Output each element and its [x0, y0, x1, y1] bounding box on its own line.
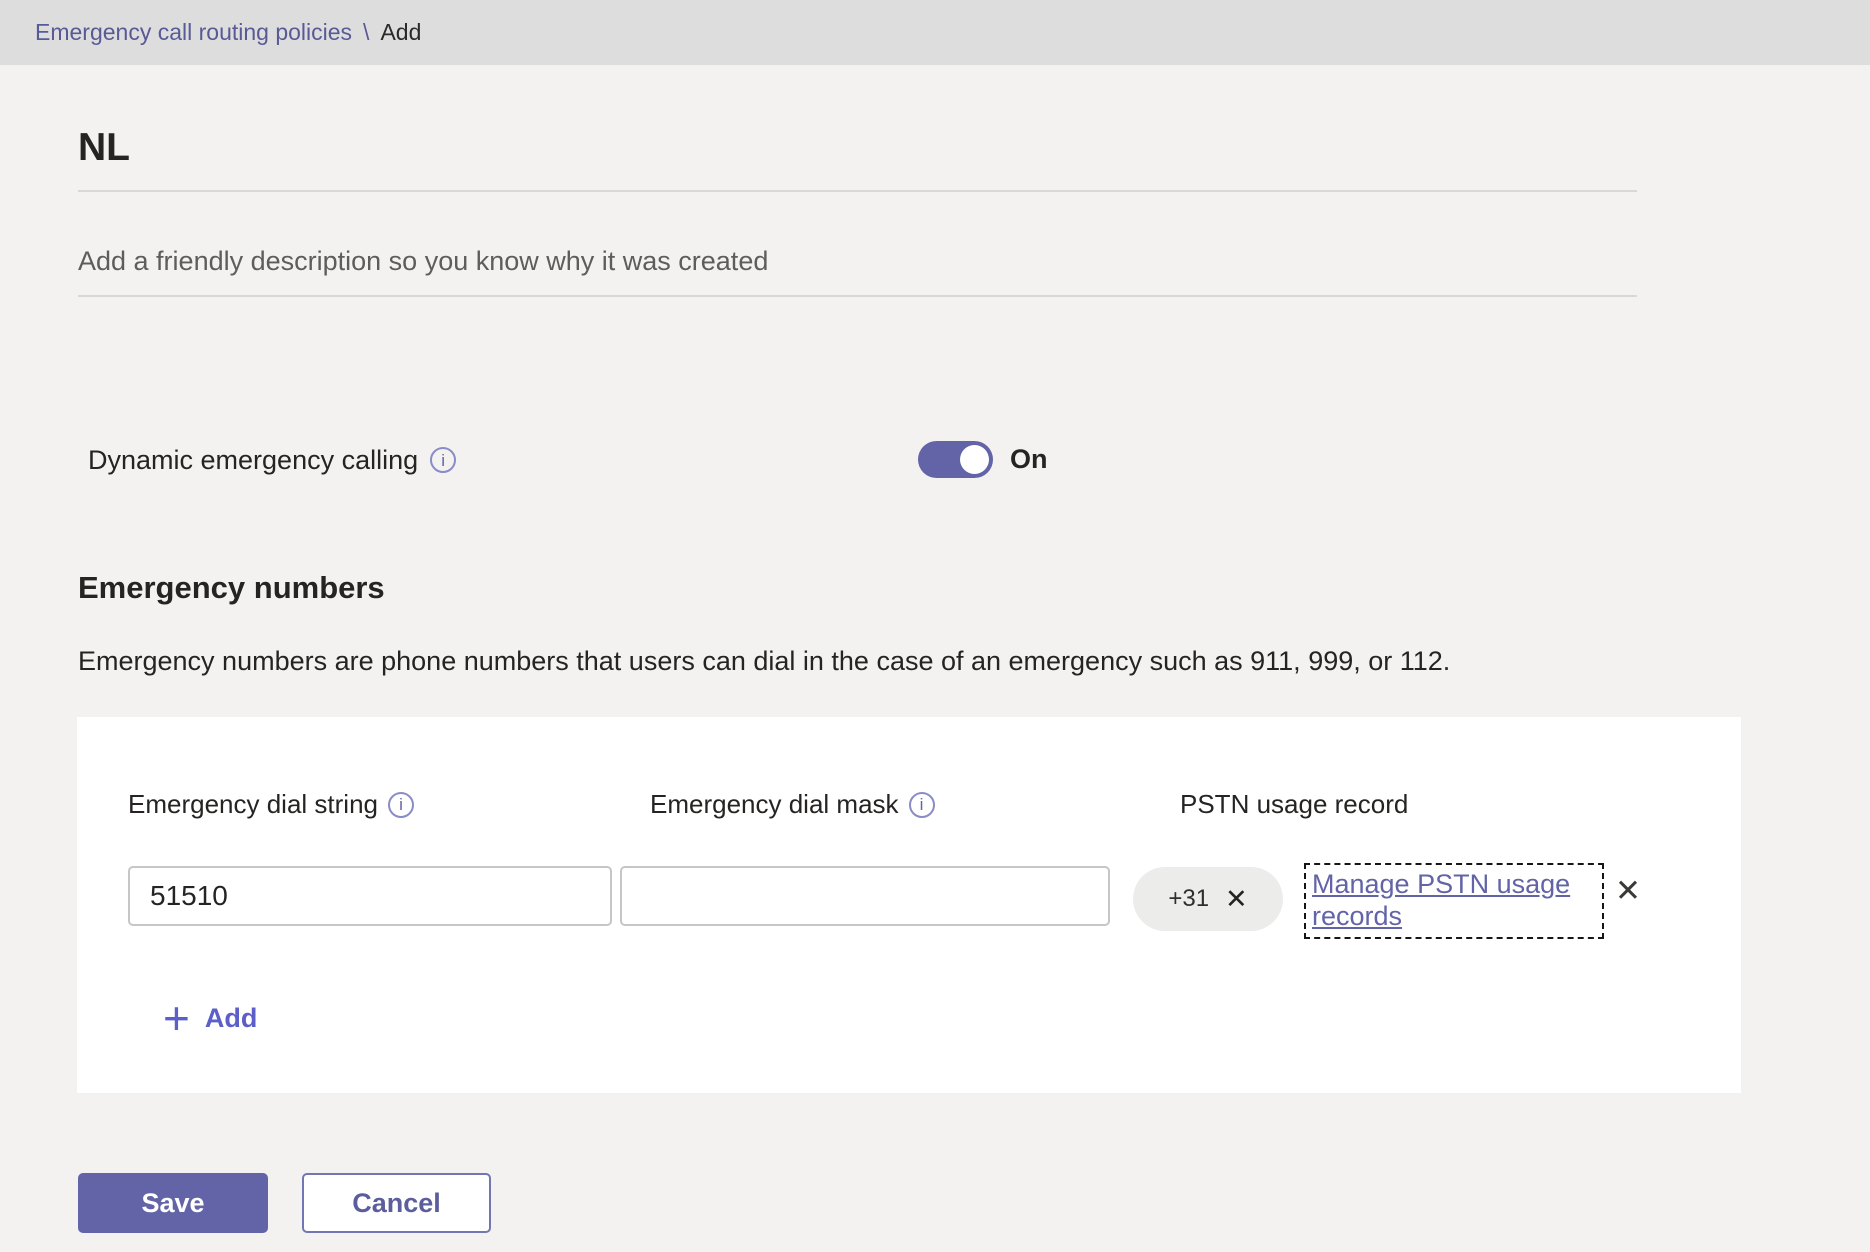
emergency-call-routing-add-page: Emergency call routing policies \ Add Dy…	[0, 0, 1870, 1252]
emergency-dial-string-input[interactable]	[128, 866, 612, 926]
dial-mask-header-label: Emergency dial mask	[650, 789, 899, 820]
policy-name-input[interactable]	[78, 126, 1637, 192]
emergency-numbers-heading: Emergency numbers	[78, 570, 385, 606]
breadcrumb: Emergency call routing policies \ Add	[0, 0, 1870, 65]
dynamic-emergency-calling-toggle[interactable]	[918, 441, 993, 478]
add-button-label: Add	[205, 1003, 257, 1034]
column-header-pstn-usage: PSTN usage record	[1180, 789, 1408, 820]
cancel-button[interactable]: Cancel	[302, 1173, 491, 1233]
pstn-usage-header-label: PSTN usage record	[1180, 789, 1408, 820]
dynamic-emergency-calling-row: Dynamic emergency calling i	[88, 442, 456, 478]
pstn-usage-tag: +31 ✕	[1133, 867, 1283, 931]
info-icon[interactable]: i	[388, 792, 414, 818]
add-emergency-number-button[interactable]: + Add	[163, 995, 257, 1041]
plus-icon: +	[163, 995, 190, 1041]
breadcrumb-parent-link[interactable]: Emergency call routing policies	[35, 19, 352, 46]
toggle-state-label: On	[1010, 444, 1048, 475]
column-header-dial-string: Emergency dial string i	[128, 789, 414, 820]
breadcrumb-current: Add	[380, 19, 421, 46]
manage-pstn-usage-link[interactable]: Manage PSTN usage records	[1312, 869, 1596, 933]
policy-description-input[interactable]	[78, 246, 1637, 297]
toggle-knob	[960, 445, 989, 474]
info-icon[interactable]: i	[430, 447, 456, 473]
dial-string-header-label: Emergency dial string	[128, 789, 378, 820]
dynamic-emergency-calling-label: Dynamic emergency calling	[88, 445, 418, 476]
breadcrumb-separator: \	[363, 19, 369, 46]
column-header-dial-mask: Emergency dial mask i	[650, 789, 935, 820]
emergency-numbers-description: Emergency numbers are phone numbers that…	[78, 646, 1450, 677]
pstn-usage-tag-label: +31	[1168, 885, 1209, 913]
save-button[interactable]: Save	[78, 1173, 268, 1233]
emergency-numbers-card: Emergency dial string i Emergency dial m…	[77, 717, 1741, 1093]
remove-row-icon[interactable]: ✕	[1615, 875, 1641, 906]
manage-pstn-usage-box: Manage PSTN usage records	[1304, 863, 1604, 939]
info-icon[interactable]: i	[909, 792, 935, 818]
dismiss-icon[interactable]: ✕	[1225, 886, 1248, 913]
emergency-dial-mask-input[interactable]	[620, 866, 1110, 926]
